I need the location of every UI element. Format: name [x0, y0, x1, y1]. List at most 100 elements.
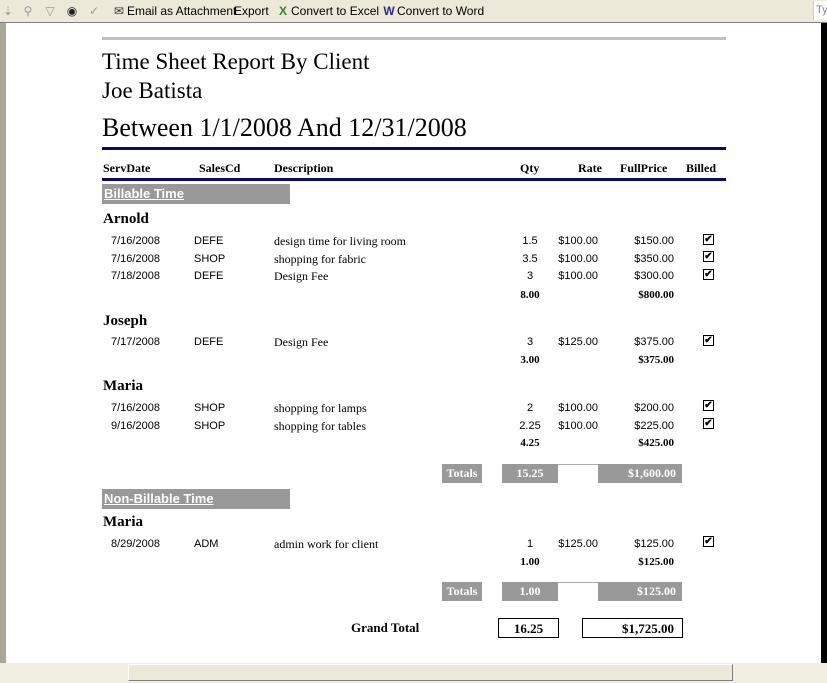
totals-price: $1,600.00 — [598, 464, 682, 483]
row-rate: $100.00 — [558, 235, 598, 247]
totals-divider — [558, 464, 598, 465]
subtotal-qty: 3.00 — [520, 354, 540, 366]
report-title: Time Sheet Report By Client — [102, 49, 370, 74]
right-frame-border — [821, 23, 827, 663]
spellcheck-icon[interactable]: ✓ — [86, 3, 102, 19]
row-desc: shopping for fabric — [274, 252, 366, 266]
top-rule — [102, 37, 726, 40]
totals-divider — [558, 582, 598, 583]
convert-to-word-label: Convert to Word — [397, 4, 485, 18]
export-button[interactable]: Export — [234, 3, 269, 19]
totals-label: Totals — [442, 464, 482, 483]
subtotal-price: $800.00 — [638, 289, 674, 301]
row-rate: $125.00 — [558, 336, 598, 348]
col-fullprice: FullPrice — [620, 161, 668, 175]
filter-clear-icon[interactable]: ⚲ — [20, 3, 36, 19]
row-date: 8/29/2008 — [111, 538, 160, 550]
filter-icon[interactable]: ▽ — [42, 3, 58, 19]
row-desc: Design Fee — [274, 269, 329, 283]
row-desc: shopping for tables — [274, 419, 366, 433]
col-billed: Billed — [686, 161, 717, 175]
billed-checkbox[interactable]: ✔ — [703, 251, 714, 262]
billed-checkbox[interactable]: ✔ — [703, 335, 714, 346]
word-icon: W — [383, 4, 395, 18]
convert-to-excel-button[interactable]: X Convert to Excel — [275, 3, 379, 19]
grand-total-price: $1,725.00 — [582, 618, 683, 638]
client-name: Joseph — [103, 313, 148, 329]
row-date: 7/16/2008 — [111, 235, 160, 247]
subtotal-qty: 8.00 — [520, 289, 540, 301]
col-qty: Qty — [520, 161, 540, 175]
binoculars-find-icon[interactable]: ◉ — [64, 3, 80, 19]
row-price: $200.00 — [634, 402, 674, 414]
row-price: $350.00 — [634, 253, 674, 265]
export-label: Export — [234, 4, 269, 18]
subtotal-price: $425.00 — [638, 437, 674, 449]
totals-price: $125.00 — [598, 582, 682, 601]
billed-checkbox[interactable]: ✔ — [703, 400, 714, 411]
row-code: SHOP — [194, 420, 226, 432]
row-desc: Design Fee — [274, 335, 329, 349]
sort-icon[interactable]: ⇣ — [0, 3, 16, 19]
email-icon: ✉ — [113, 4, 125, 18]
row-date: 9/16/2008 — [111, 420, 160, 432]
subtotal-qty: 1.00 — [520, 556, 540, 568]
row-code: DEFE — [194, 235, 224, 247]
column-header-rule — [102, 178, 726, 181]
row-price: $150.00 — [634, 235, 674, 247]
row-date: 7/16/2008 — [111, 253, 160, 265]
col-salescd: SalesCd — [199, 161, 241, 175]
totals-label: Totals — [442, 582, 482, 601]
row-desc: admin work for client — [274, 537, 379, 551]
excel-icon: X — [278, 4, 287, 18]
convert-to-word-button[interactable]: W Convert to Word — [381, 3, 484, 19]
billed-checkbox[interactable]: ✔ — [703, 234, 714, 245]
col-description: Description — [274, 161, 334, 175]
report-date-range: Between 1/1/2008 And 12/31/2008 — [102, 113, 467, 142]
grand-total-qty: 16.25 — [498, 618, 559, 638]
row-rate: $100.00 — [558, 402, 598, 414]
report-person: Joe Batista — [102, 78, 203, 103]
billed-checkbox[interactable]: ✔ — [703, 536, 714, 547]
row-code: ADM — [194, 538, 219, 550]
row-price: $225.00 — [634, 420, 674, 432]
row-price: $125.00 — [634, 538, 674, 550]
row-rate: $100.00 — [558, 270, 598, 282]
row-rate: $100.00 — [558, 420, 598, 432]
client-name: Arnold — [103, 211, 149, 227]
row-date: 7/17/2008 — [111, 336, 160, 348]
row-desc: design time for living room — [274, 234, 406, 248]
col-rate: Rate — [578, 161, 602, 175]
row-rate: $125.00 — [558, 538, 598, 550]
client-name: Maria — [103, 378, 143, 394]
totals-qty: 1.00 — [502, 582, 558, 601]
row-rate: $100.00 — [558, 253, 598, 265]
subtotal-price: $375.00 — [638, 354, 674, 366]
row-code: DEFE — [194, 336, 224, 348]
billed-checkbox[interactable]: ✔ — [703, 269, 714, 280]
row-desc: shopping for lamps — [274, 401, 367, 415]
row-price: $375.00 — [634, 336, 674, 348]
totals-qty: 15.25 — [502, 464, 558, 483]
horizontal-scrollbar-thumb[interactable] — [128, 664, 733, 681]
grand-total-label: Grand Total — [351, 620, 420, 635]
row-price: $300.00 — [634, 270, 674, 282]
subtotal-qty: 4.25 — [520, 437, 540, 449]
col-servdate: ServDate — [103, 161, 151, 175]
email-attachment-label: Email as Attachment — [127, 4, 237, 18]
subtotal-price: $125.00 — [638, 556, 674, 568]
section-billable-time[interactable]: Billable Time — [102, 184, 290, 204]
billed-checkbox[interactable]: ✔ — [703, 418, 714, 429]
row-date: 7/18/2008 — [111, 270, 160, 282]
search-input[interactable]: Ty — [813, 1, 827, 20]
email-attachment-button[interactable]: ✉ Email as Attachment — [111, 3, 236, 19]
header-rule — [102, 147, 726, 150]
client-name: Maria — [103, 514, 143, 530]
row-date: 7/16/2008 — [111, 402, 160, 414]
report-toolbar: ⇣ ⚲ ▽ ◉ ✓ ✉ Email as Attachment Export X… — [0, 0, 827, 23]
row-code: DEFE — [194, 270, 224, 282]
row-code: SHOP — [194, 253, 226, 265]
section-non-billable-time[interactable]: Non-Billable Time — [102, 489, 290, 509]
row-code: SHOP — [194, 402, 226, 414]
report-page: Time Sheet Report By Client Joe Batista … — [6, 23, 821, 663]
